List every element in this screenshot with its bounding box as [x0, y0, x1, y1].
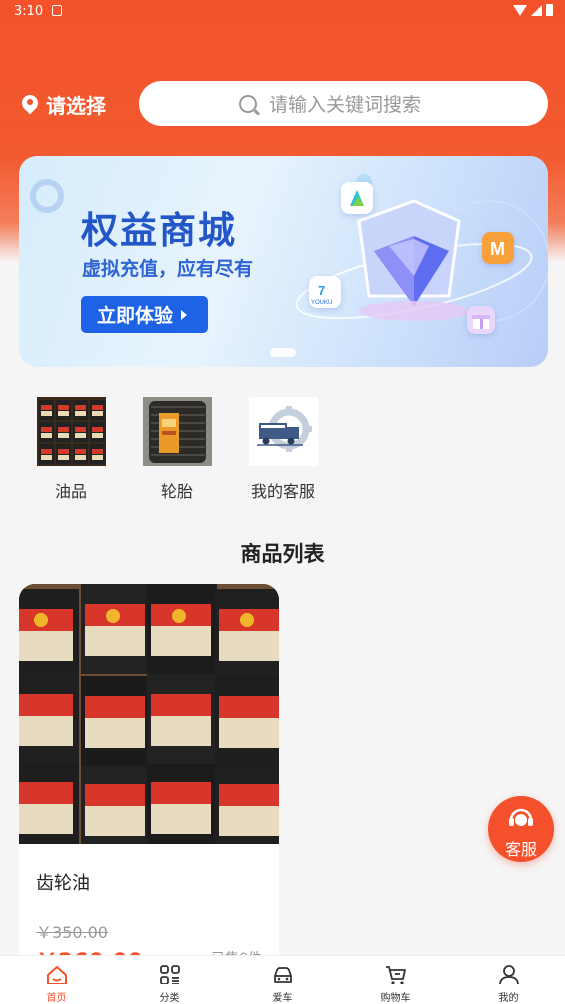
car-icon — [273, 967, 292, 983]
customer-service-label: 客服 — [504, 840, 537, 859]
product-name: 齿轮油 — [36, 873, 90, 894]
svg-text:M: M — [490, 239, 505, 259]
tab-label: 分类 — [159, 993, 180, 1004]
oil-barrels-image — [36, 397, 106, 466]
category-label: 轮胎 — [160, 482, 193, 501]
youku-icon: 7 YOUKU — [309, 276, 341, 308]
svg-text:7: 7 — [318, 283, 325, 298]
tire-image — [142, 397, 212, 466]
app-tile-icon — [341, 182, 373, 214]
category-icon — [159, 965, 180, 984]
category-label: 我的客服 — [250, 482, 315, 501]
chevron-right-icon — [181, 309, 188, 320]
promo-banner[interactable]: M 7 YOUKU 权益商城 虚拟充值，应有尽有 立即体验 — [19, 156, 548, 367]
home-icon — [46, 966, 67, 984]
category-customer-service[interactable]: 我的客服 — [248, 397, 318, 502]
section-title: 商品列表 — [240, 542, 325, 566]
tab-label: 首页 — [46, 993, 67, 1004]
tab-label: 购物车 — [380, 993, 411, 1004]
banner-title: 权益商城 — [81, 209, 237, 252]
location-pin-icon — [22, 95, 38, 115]
status-bar: 3:10 — [0, 0, 565, 26]
bottom-tab-bar: 首页 分类 爱车 购物车 我的 — [0, 955, 565, 1004]
truck-gear-image — [248, 397, 318, 466]
carousel-indicator[interactable] — [270, 348, 296, 357]
status-time: 3:10 — [14, 4, 44, 19]
gift-icon — [467, 306, 495, 334]
search-placeholder: 请输入关键词搜索 — [269, 94, 422, 116]
product-card[interactable]: 齿轮油 ￥350.00 ￥260.00 已售0件 — [19, 584, 279, 984]
banner-cta-button[interactable]: 立即体验 — [81, 296, 208, 333]
location-label: 请选择 — [46, 94, 106, 118]
product-original-price: ￥350.00 — [36, 923, 108, 942]
mango-tv-icon: M — [482, 232, 514, 264]
category-oil[interactable]: 油品 — [36, 397, 106, 502]
cart-icon — [385, 966, 406, 984]
search-input[interactable]: 请输入关键词搜索 — [139, 81, 548, 126]
youku-logo-text: YOUKU — [311, 300, 332, 306]
tab-home[interactable]: 首页 — [0, 956, 113, 1004]
location-selector[interactable]: 请选择 — [22, 90, 106, 119]
tab-label: 爱车 — [272, 993, 293, 1004]
user-icon — [498, 965, 519, 984]
wifi-icon — [513, 4, 527, 16]
category-tire[interactable]: 轮胎 — [142, 397, 212, 502]
battery-icon — [546, 4, 553, 16]
product-image — [19, 584, 279, 844]
tab-cart[interactable]: 购物车 — [339, 956, 452, 1004]
customer-service-button[interactable]: 客服 — [488, 796, 554, 862]
tab-profile[interactable]: 我的 — [452, 956, 565, 1004]
tab-label: 我的 — [498, 993, 519, 1004]
banner-subtitle: 虚拟充值，应有尽有 — [82, 258, 254, 280]
tab-my-car[interactable]: 爱车 — [226, 956, 339, 1004]
signal-icon — [531, 4, 542, 16]
headset-icon — [509, 808, 533, 826]
notification-icon — [52, 5, 62, 16]
category-label: 油品 — [54, 482, 87, 501]
tab-category[interactable]: 分类 — [113, 956, 226, 1004]
search-icon — [239, 94, 257, 113]
banner-cta-label: 立即体验 — [97, 305, 174, 327]
